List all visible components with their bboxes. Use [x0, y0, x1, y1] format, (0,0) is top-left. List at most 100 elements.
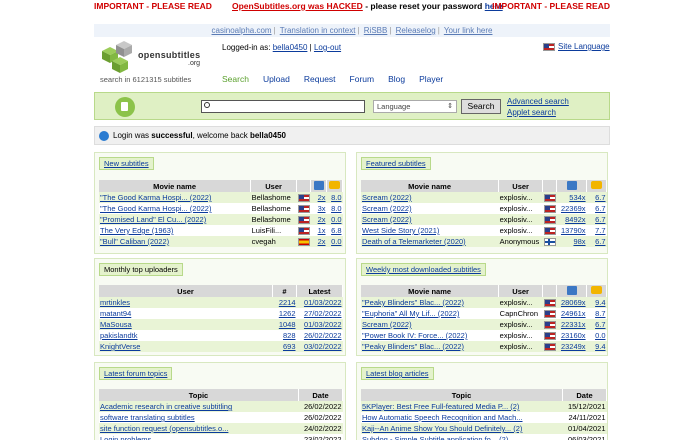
- movie-link[interactable]: The Very Edge (1963): [100, 226, 173, 235]
- nav-blog[interactable]: Blog: [388, 74, 405, 84]
- hack-link[interactable]: OpenSubtitles.org was HACKED: [232, 1, 363, 11]
- topic-link[interactable]: 5KPlayer: Best Free Full-featured Media …: [362, 402, 519, 411]
- topic-link[interactable]: site function request (opensubtitles.o..…: [100, 424, 228, 433]
- topic-link[interactable]: Kaji--An Anime Show You Should Definitel…: [362, 424, 522, 433]
- rating-link[interactable]: 0.0: [331, 215, 341, 224]
- downloads-link[interactable]: 23160x: [561, 331, 586, 340]
- user-cell[interactable]: Bellashome: [250, 203, 297, 214]
- count-link[interactable]: 1262: [279, 309, 296, 318]
- weekly-downloads-title[interactable]: Weekly most downloaded subtitles: [361, 263, 486, 276]
- latest-link[interactable]: 27/02/2022: [304, 309, 342, 318]
- rating-link[interactable]: 6.7: [595, 320, 605, 329]
- movie-link[interactable]: "Promised Land" El Cu... (2022): [100, 215, 206, 224]
- user-cell[interactable]: explosiv...: [498, 330, 543, 341]
- nav-upload[interactable]: Upload: [263, 74, 290, 84]
- search-input[interactable]: [213, 102, 363, 112]
- link-translation[interactable]: Translation in context: [280, 26, 356, 35]
- movie-link[interactable]: Death of a Telemarketer (2020): [362, 237, 466, 246]
- count-link[interactable]: 1048: [279, 320, 296, 329]
- downloads-link[interactable]: 24961x: [561, 309, 586, 318]
- latest-link[interactable]: 01/03/2022: [304, 298, 342, 307]
- forum-topics-title[interactable]: Latest forum topics: [99, 367, 173, 380]
- movie-link[interactable]: West Side Story (2021): [362, 226, 439, 235]
- downloads-link[interactable]: 23249x: [561, 342, 586, 351]
- uploader-link[interactable]: mrtinkles: [100, 298, 130, 307]
- downloads-link[interactable]: 22369x: [561, 204, 586, 213]
- user-cell[interactable]: explosiv...: [498, 214, 543, 225]
- nav-player[interactable]: Player: [419, 74, 443, 84]
- movie-link[interactable]: "Power Book IV: Force... (2022): [362, 331, 467, 340]
- rating-link[interactable]: 9.4: [595, 342, 605, 351]
- latest-link[interactable]: 03/02/2022: [304, 342, 342, 351]
- movie-link[interactable]: "Peaky Blinders" Blac... (2022): [362, 342, 464, 351]
- downloads-link[interactable]: 22331x: [561, 320, 586, 329]
- user-cell[interactable]: Bellashome: [250, 214, 297, 225]
- uploader-link[interactable]: matant94: [100, 309, 131, 318]
- new-subtitles-title[interactable]: New subtitles: [99, 157, 154, 170]
- movie-link[interactable]: Scream (2022): [362, 215, 412, 224]
- movie-link[interactable]: "The Good Karma Hospi... (2022): [100, 204, 211, 213]
- latest-link[interactable]: 01/03/2022: [304, 320, 342, 329]
- rating-link[interactable]: 8.7: [595, 309, 605, 318]
- rating-link[interactable]: 8.0: [331, 204, 341, 213]
- search-input-wrapper[interactable]: [201, 100, 365, 113]
- movie-link[interactable]: "Bull" Caliban (2022): [100, 237, 169, 246]
- rating-link[interactable]: 6.7: [595, 204, 605, 213]
- site-language-link[interactable]: Site Language: [558, 42, 610, 51]
- rating-link[interactable]: 6.7: [595, 193, 605, 202]
- featured-subtitles-title[interactable]: Featured subtitles: [361, 157, 431, 170]
- user-cell[interactable]: cvegah: [250, 236, 297, 247]
- count-link[interactable]: 693: [283, 342, 296, 351]
- rating-link[interactable]: 7.7: [595, 226, 605, 235]
- user-cell[interactable]: explosiv...: [498, 225, 543, 236]
- rating-link[interactable]: 9.4: [595, 298, 605, 307]
- movie-link[interactable]: "Euphoria" All My Lif... (2022): [362, 309, 459, 318]
- downloads-link[interactable]: 534x: [569, 193, 585, 202]
- link-releaselog[interactable]: Releaselog: [396, 26, 436, 35]
- site-language[interactable]: Site Language: [543, 42, 610, 51]
- link-casinoalpha[interactable]: casinoalpha.com: [212, 26, 272, 35]
- downloads-link[interactable]: 2x: [318, 193, 326, 202]
- nav-request[interactable]: Request: [304, 74, 336, 84]
- blog-articles-title[interactable]: Latest blog articles: [361, 367, 434, 380]
- movie-link[interactable]: Scream (2022): [362, 204, 412, 213]
- user-cell[interactable]: Anonymous: [498, 236, 543, 247]
- rating-link[interactable]: 6.7: [595, 215, 605, 224]
- user-cell[interactable]: explosiv...: [498, 341, 543, 352]
- advanced-search-link[interactable]: Advanced search: [507, 96, 569, 107]
- search-button[interactable]: Search: [461, 99, 501, 114]
- user-cell[interactable]: Bellashome: [250, 192, 297, 203]
- user-cell[interactable]: CapnChron: [498, 308, 543, 319]
- link-your-link[interactable]: Your link here: [444, 26, 493, 35]
- topic-link[interactable]: Academic research in creative subtitling: [100, 402, 232, 411]
- nav-forum[interactable]: Forum: [350, 74, 375, 84]
- applet-search-link[interactable]: Applet search: [507, 107, 569, 118]
- uploader-link[interactable]: MaSousa: [100, 320, 132, 329]
- rating-link[interactable]: 0.0: [331, 237, 341, 246]
- topic-link[interactable]: software translating subtitles: [100, 413, 195, 422]
- downloads-link[interactable]: 3x: [318, 204, 326, 213]
- movie-link[interactable]: "Peaky Blinders" Blac... (2022): [362, 298, 464, 307]
- count-link[interactable]: 2214: [279, 298, 296, 307]
- user-cell[interactable]: explosiv...: [498, 319, 543, 330]
- movie-link[interactable]: "The Good Karma Hospi... (2022): [100, 193, 211, 202]
- downloads-link[interactable]: 13790x: [561, 226, 586, 235]
- topic-link[interactable]: Subdog - Simple Subtitle application fo.…: [362, 435, 508, 440]
- site-logo[interactable]: opensubtitles .org: [98, 41, 218, 77]
- rating-link[interactable]: 8.0: [331, 193, 341, 202]
- user-cell[interactable]: explosiv...: [498, 297, 543, 308]
- downloads-link[interactable]: 28069x: [561, 298, 586, 307]
- user-cell[interactable]: explosiv...: [498, 203, 543, 214]
- downloads-link[interactable]: 98x: [573, 237, 585, 246]
- downloads-link[interactable]: 2x: [318, 215, 326, 224]
- language-select[interactable]: Language ⇕: [373, 100, 457, 113]
- movie-link[interactable]: Scream (2022): [362, 193, 412, 202]
- important-left[interactable]: IMPORTANT - PLEASE READ: [94, 1, 214, 11]
- uploader-link[interactable]: pakislandtk: [100, 331, 138, 340]
- logout-link[interactable]: Log-out: [314, 43, 341, 52]
- latest-link[interactable]: 26/02/2022: [304, 331, 342, 340]
- topic-link[interactable]: Login problems: [100, 435, 151, 440]
- user-cell[interactable]: explosiv...: [498, 192, 543, 203]
- uploader-link[interactable]: KnightVerse: [100, 342, 140, 351]
- username-link[interactable]: bella0450: [273, 43, 308, 52]
